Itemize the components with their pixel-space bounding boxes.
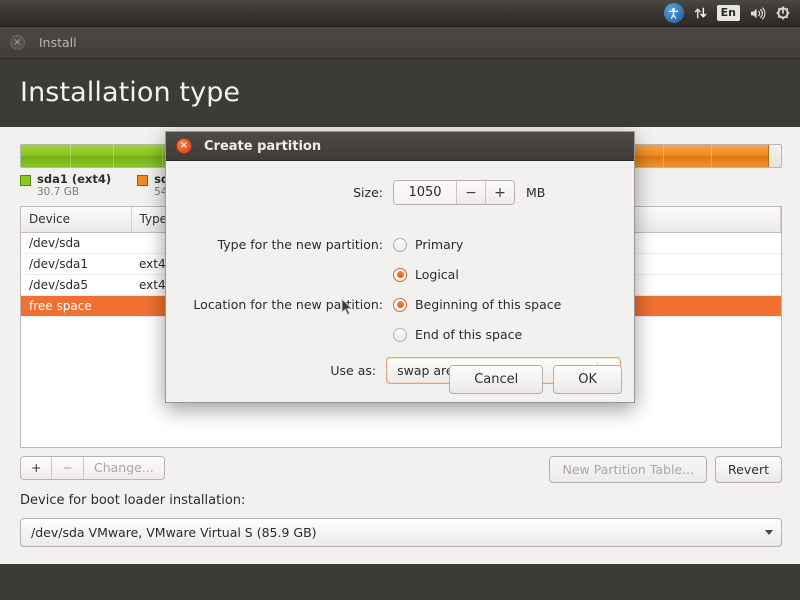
system-tray: En (663, 2, 800, 24)
create-partition-dialog: × Create partition Size: 1050 − + MB Typ… (165, 131, 635, 403)
chevron-down-icon (765, 530, 773, 535)
radio-beginning-of-space[interactable]: Beginning of this space (393, 297, 561, 312)
legend-item-sda1: sda1 (ext4) 30.7 GB (20, 172, 111, 202)
radio-primary[interactable]: Primary (393, 237, 463, 252)
dialog-titlebar: × Create partition (166, 132, 634, 161)
table-actions: New Partition Table... Revert (549, 456, 782, 483)
legend-label: sda1 (ext4) (37, 172, 112, 186)
close-glyph: × (13, 36, 22, 48)
boot-loader-value: /dev/sda VMware, VMware Virtual S (85.9 … (31, 525, 317, 540)
footer-bar (0, 564, 800, 600)
radio-primary-icon (393, 237, 407, 252)
accessibility-person-glyph (668, 7, 679, 19)
dialog-close-glyph: × (179, 140, 189, 151)
remove-partition-button[interactable]: − (52, 457, 84, 479)
radio-end-of-space[interactable]: End of this space (393, 327, 522, 342)
partition-segment-free[interactable] (768, 145, 781, 167)
column-header-device[interactable]: Device (21, 207, 132, 233)
size-stepper[interactable]: 1050 − + (393, 180, 515, 205)
cell-device: /dev/sda5 (21, 274, 131, 296)
new-partition-table-button[interactable]: New Partition Table... (549, 456, 708, 483)
partition-toolbar: + − Change... (20, 456, 165, 480)
dialog-buttons: Cancel OK (449, 365, 622, 394)
window-title: Install (39, 35, 77, 50)
radio-end-label: End of this space (415, 327, 523, 342)
cell-device: /dev/sda1 (21, 253, 131, 275)
size-unit-label: MB (526, 185, 546, 200)
legend-size: 30.7 GB (37, 186, 80, 199)
dialog-title: Create partition (204, 138, 322, 154)
change-partition-button[interactable]: Change... (83, 457, 164, 479)
keyboard-layout-label: En (716, 5, 740, 21)
radio-primary-label: Primary (415, 237, 464, 252)
mouse-cursor (341, 297, 353, 319)
cell-device: free space (21, 295, 131, 317)
type-row-logical: Logical (393, 267, 459, 282)
session-gear-icon[interactable] (775, 2, 791, 24)
revert-button[interactable]: Revert (715, 456, 782, 483)
radio-logical-icon (393, 267, 407, 282)
use-as-label: Use as: (330, 363, 377, 378)
ok-button[interactable]: OK (553, 365, 622, 394)
updown-arrows-glyph (694, 7, 706, 19)
legend-swatch-icon (137, 175, 149, 186)
dialog-body: Size: 1050 − + MB Type for the new parti… (166, 161, 634, 404)
size-input[interactable]: 1050 (394, 181, 456, 204)
size-label: Size: (353, 185, 383, 200)
cancel-button[interactable]: Cancel (449, 365, 544, 394)
size-decrement-button[interactable]: − (456, 181, 485, 204)
partition-type-label: Type for the new partition: (217, 237, 383, 252)
legend-swatch-icon (20, 175, 31, 186)
size-increment-button[interactable]: + (485, 181, 514, 204)
radio-end-icon (393, 327, 407, 342)
size-row: Size: 1050 − + MB (166, 180, 621, 205)
location-row-beginning: Location for the new partition: Beginnin… (166, 297, 621, 312)
page-title: Installation type (20, 77, 241, 108)
boot-loader-label: Device for boot loader installation: (20, 493, 246, 508)
radio-beginning-icon (393, 297, 407, 312)
installer-titlebar: × Install (0, 27, 800, 59)
type-row-primary: Type for the new partition: Primary (166, 237, 621, 252)
cell-device: /dev/sda (21, 232, 131, 254)
volume-icon[interactable] (749, 2, 766, 24)
top-panel: En (0, 0, 800, 27)
accessibility-icon[interactable] (663, 2, 684, 24)
network-icon[interactable] (693, 2, 708, 24)
dialog-close-icon[interactable]: × (176, 138, 192, 154)
keyboard-layout-icon[interactable]: En (716, 2, 740, 24)
screen: En × Install Installation type sda1 (ext… (0, 0, 800, 600)
location-row-end: End of this space (393, 327, 522, 342)
radio-logical[interactable]: Logical (393, 267, 459, 282)
radio-beginning-label: Beginning of this space (415, 297, 562, 312)
gear-glyph (775, 5, 791, 21)
close-icon[interactable]: × (10, 35, 25, 50)
add-partition-button[interactable]: + (21, 457, 53, 479)
page-header: Installation type (0, 59, 800, 127)
boot-loader-select[interactable]: /dev/sda VMware, VMware Virtual S (85.9 … (20, 518, 782, 547)
radio-logical-label: Logical (415, 267, 459, 282)
speaker-glyph (750, 7, 766, 19)
